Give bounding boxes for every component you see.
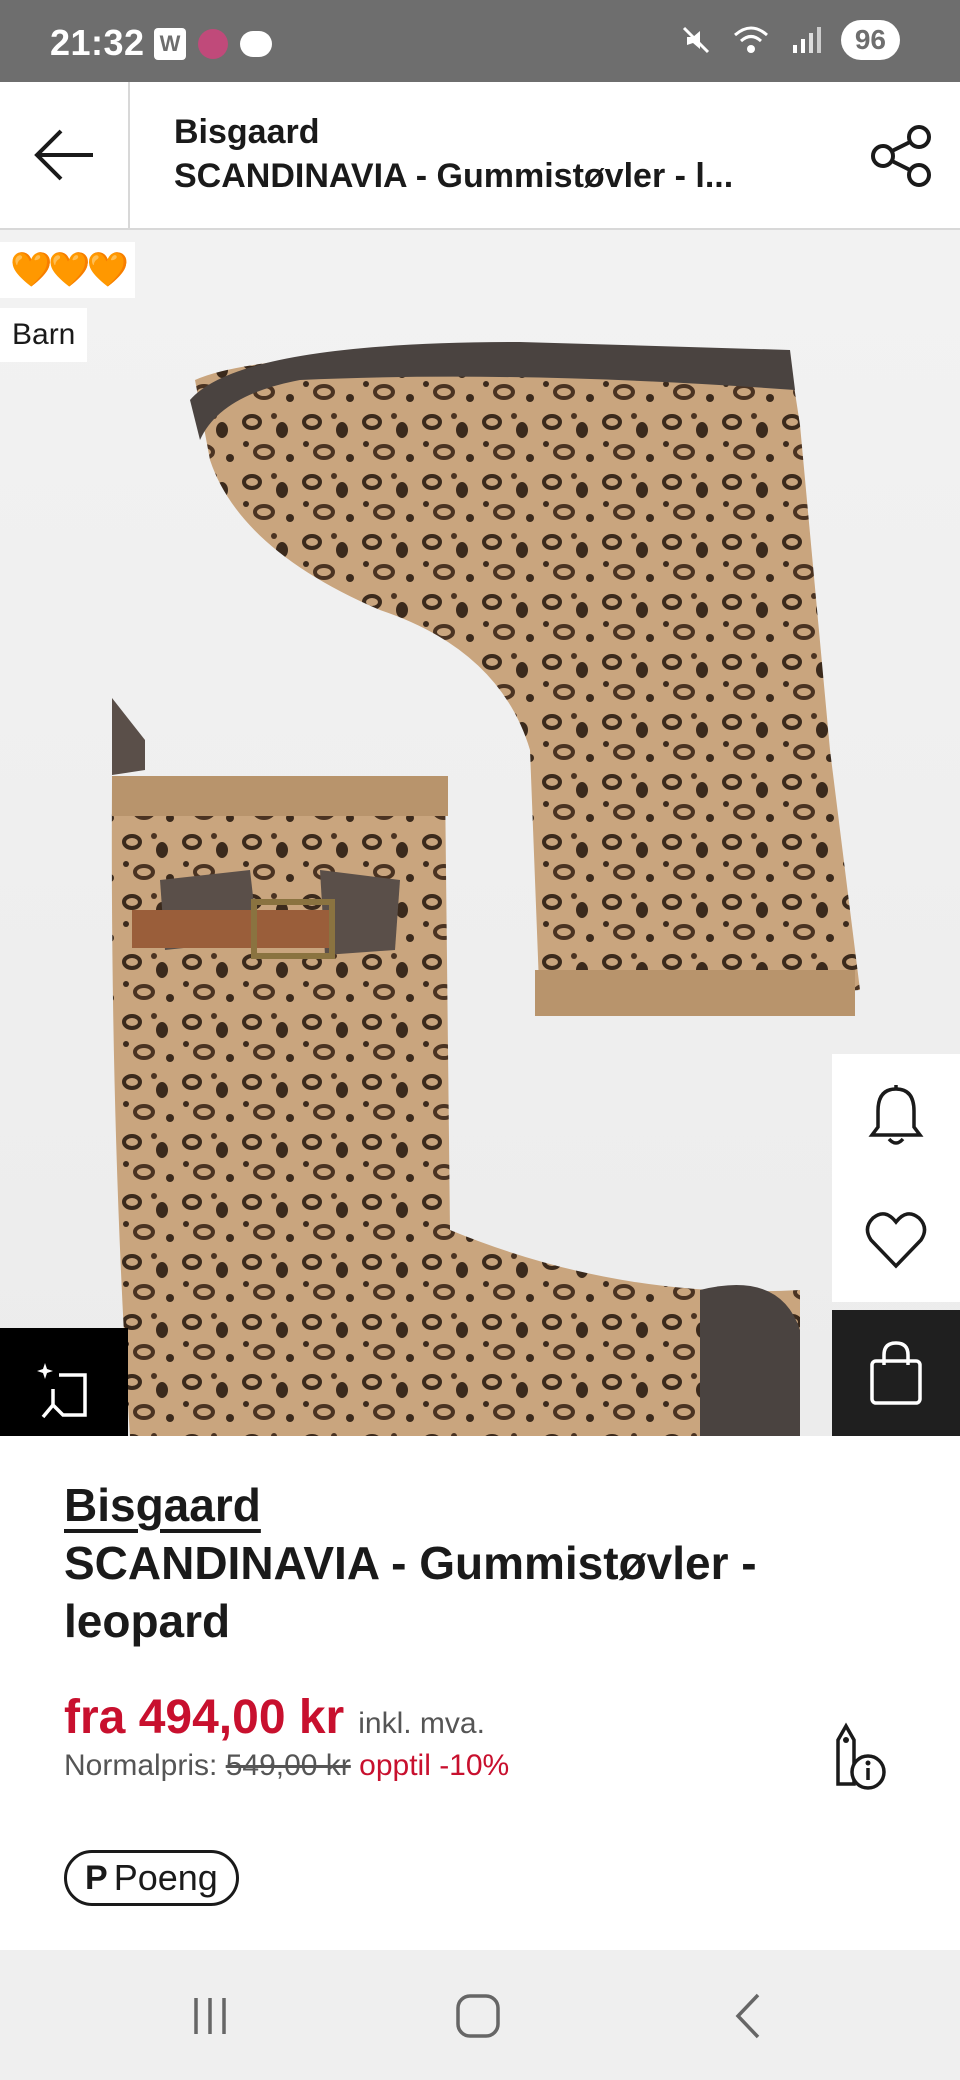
bag-icon [870, 1341, 922, 1405]
status-time: 21:32 [50, 22, 145, 63]
price-row: fra 494,00 kr inkl. mva. [64, 1690, 894, 1745]
system-nav-bar [0, 1950, 960, 2080]
back-button[interactable] [0, 82, 130, 228]
app-bar-product-name: SCANDINAVIA - Gummistøvler - l... [174, 157, 734, 195]
signal-icon [792, 27, 821, 53]
product-image[interactable]: 🧡🧡🧡 Barn [0, 230, 960, 1436]
category-tag: Barn [0, 308, 88, 362]
points-icon: P [85, 1858, 108, 1897]
w-app-icon: W [154, 28, 186, 60]
arrow-left-icon [34, 129, 93, 181]
boots-illustration [111, 342, 860, 1436]
price-info-button[interactable] [818, 1718, 894, 1794]
points-badge[interactable]: P Poeng [64, 1850, 239, 1906]
product-title: SCANDINAVIA - Gummistøvler - leopard [64, 1537, 757, 1647]
app-bar-brand: Bisgaard [174, 113, 320, 151]
ai-edit-button[interactable] [0, 1328, 128, 1436]
recent-apps-icon [194, 1998, 226, 2034]
add-to-bag-button[interactable] [832, 1310, 960, 1436]
app-bar-title: Bisgaard SCANDINAVIA - Gummistøvler - l.… [174, 110, 814, 198]
heart-icon [865, 1212, 927, 1269]
chat-bubble-icon [240, 31, 272, 57]
home-icon [456, 1994, 500, 2038]
current-price: fra 494,00 kr [64, 1691, 345, 1744]
colorful-app-icon [198, 29, 228, 59]
home-button[interactable] [438, 1984, 518, 2048]
wishlist-button[interactable] [832, 1178, 960, 1302]
notify-button[interactable] [832, 1054, 960, 1178]
product-info: Bisgaard SCANDINAVIA - Gummistøvler - le… [64, 1476, 894, 1790]
brand-link[interactable]: Bisgaard [64, 1476, 261, 1534]
share-icon [871, 125, 931, 187]
system-back-button[interactable] [708, 1984, 788, 2048]
notification-icons: W [154, 28, 272, 60]
normal-price-label: Normalpris: [64, 1749, 218, 1782]
points-label: Poeng [113, 1857, 218, 1898]
system-icons: 96 [679, 20, 900, 60]
bell-icon [868, 1085, 924, 1145]
chevron-left-icon [735, 1993, 760, 2039]
wifi-icon [733, 26, 768, 53]
mute-icon [682, 26, 709, 54]
share-button[interactable] [864, 118, 940, 194]
ai-edit-icon [37, 1363, 87, 1419]
product-tags: 🧡🧡🧡 Barn [0, 242, 136, 362]
discount-label: opptil -10% [359, 1749, 510, 1782]
normal-price: 549,00 kr [225, 1749, 351, 1782]
hearts-badge: 🧡🧡🧡 [0, 242, 136, 298]
recent-apps-button[interactable] [170, 1984, 250, 2048]
vat-label: inkl. mva. [358, 1707, 485, 1740]
status-bar: 21:32 W 96 [0, 0, 960, 82]
app-bar: Bisgaard SCANDINAVIA - Gummistøvler - l.… [0, 82, 960, 230]
normal-price-row: Normalpris: 549,00 kr opptil -10% [64, 1749, 894, 1783]
battery-indicator: 96 [840, 20, 900, 60]
price-tag-info-icon [836, 1722, 886, 1790]
